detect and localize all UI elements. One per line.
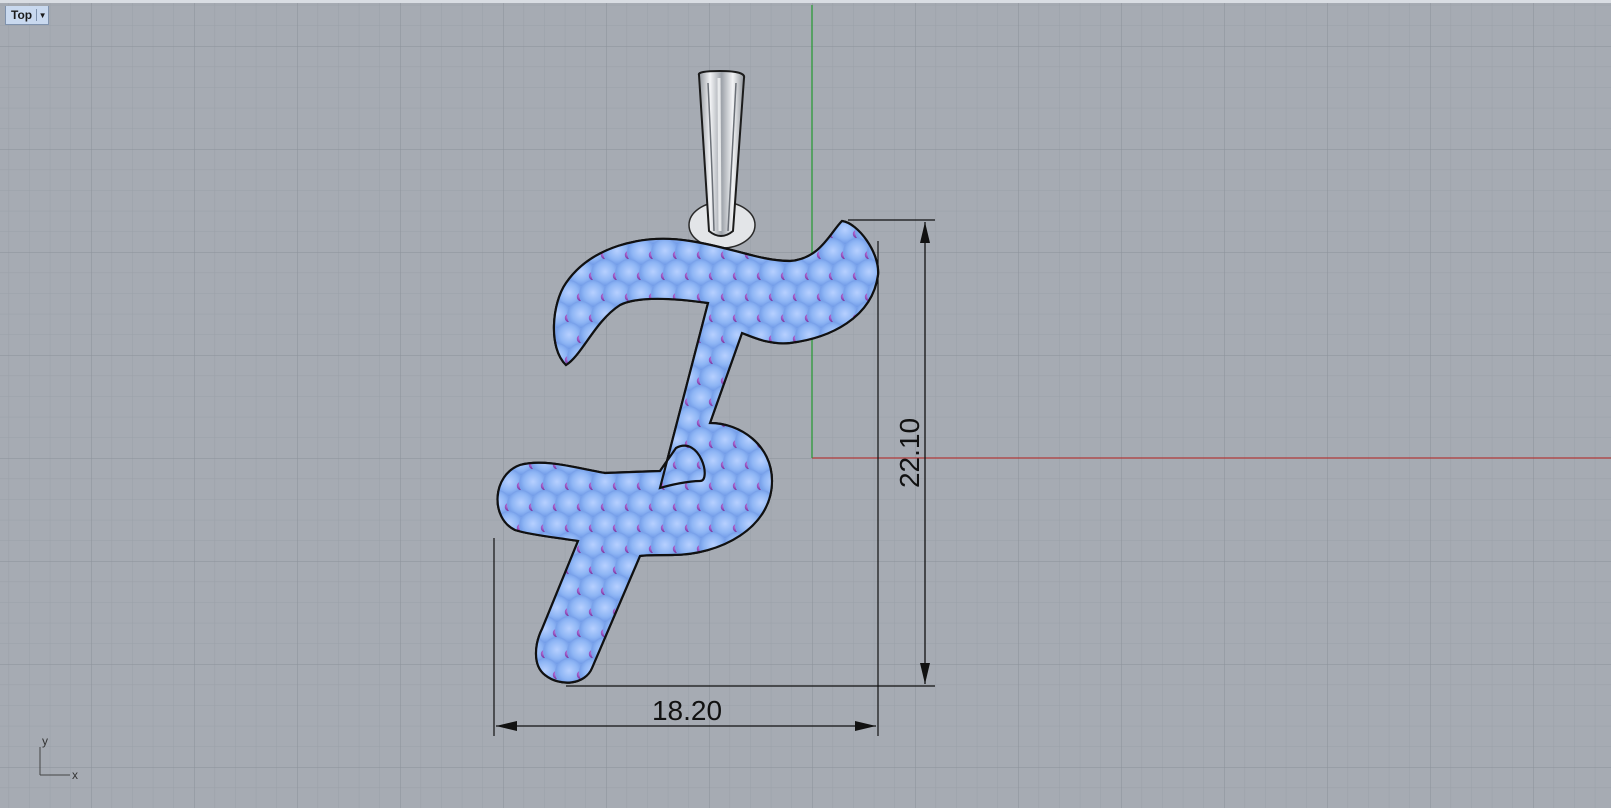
major-grid xyxy=(0,3,1611,808)
height-dimension-label: 22.10 xyxy=(894,418,925,488)
viewport-name[interactable]: Top xyxy=(6,6,36,24)
width-dimension-label: 18.20 xyxy=(652,695,722,726)
axis-x-label: x xyxy=(72,768,78,782)
axis-y-label: y xyxy=(42,734,48,748)
viewport-canvas[interactable]: 18.20 22.10 y x xyxy=(0,3,1611,808)
triangle-down-icon[interactable]: ▼ xyxy=(37,6,48,24)
viewport-title-tab[interactable]: Top ▼ xyxy=(5,6,50,25)
top-viewport[interactable]: 18.20 22.10 y x Top ▼ xyxy=(0,0,1611,808)
